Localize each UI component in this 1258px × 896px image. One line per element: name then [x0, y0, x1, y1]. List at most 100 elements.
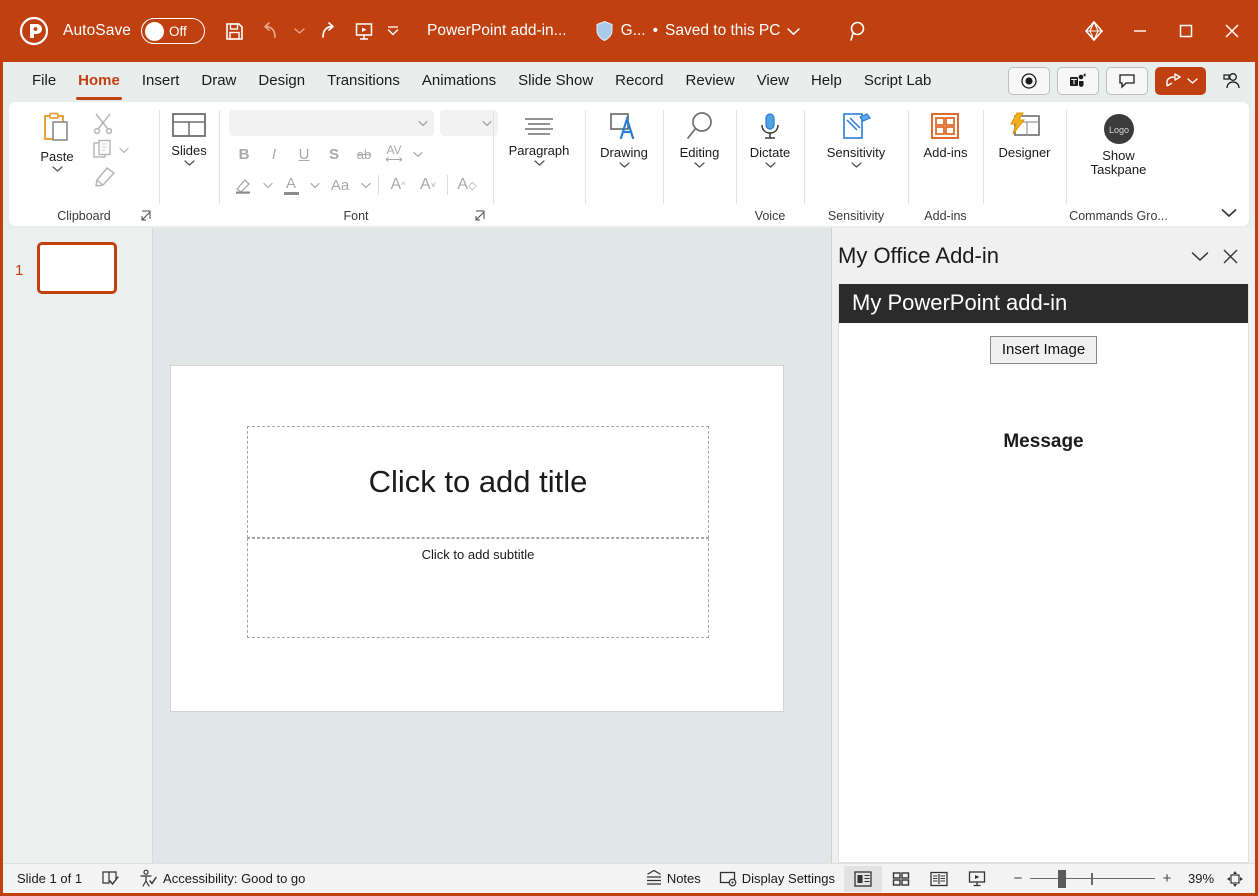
zoom-out-button[interactable]: −: [1006, 870, 1030, 887]
collapse-ribbon-chevron-icon[interactable]: [1221, 208, 1237, 218]
tab-view[interactable]: View: [746, 65, 800, 97]
spell-check-icon[interactable]: [91, 866, 129, 892]
slides-button[interactable]: Slides: [162, 108, 216, 167]
taskpane-close-icon[interactable]: [1215, 241, 1245, 271]
clear-formatting-button[interactable]: A◇: [452, 172, 482, 198]
redo-icon[interactable]: [311, 14, 345, 48]
tab-help[interactable]: Help: [800, 65, 853, 97]
document-title[interactable]: PowerPoint add-in...: [427, 22, 567, 40]
start-from-beginning-icon[interactable]: [347, 14, 381, 48]
scissors-icon[interactable]: [91, 110, 129, 136]
save-icon[interactable]: [217, 14, 251, 48]
chevron-down-icon[interactable]: [765, 161, 776, 169]
font-dialog-launcher-icon[interactable]: [475, 210, 487, 222]
tab-script-lab[interactable]: Script Lab: [853, 65, 943, 97]
chevron-down-icon[interactable]: [619, 161, 630, 169]
clipboard-dialog-launcher-icon[interactable]: [141, 210, 153, 222]
comments-icon[interactable]: [1106, 67, 1148, 95]
addins-button[interactable]: Add-ins: [915, 108, 975, 160]
accessibility-status[interactable]: Accessibility: Good to go: [129, 866, 314, 892]
zoom-slider-midpoint: [1091, 873, 1093, 885]
autosave-toggle[interactable]: Off: [141, 18, 205, 44]
character-spacing-button[interactable]: AV: [379, 141, 409, 167]
tab-home[interactable]: Home: [67, 65, 131, 97]
format-painter-icon[interactable]: [91, 164, 129, 190]
chevron-down-icon[interactable]: [534, 159, 545, 167]
highlight-chevron-icon[interactable]: [259, 172, 276, 198]
slide-count-label[interactable]: Slide 1 of 1: [17, 866, 91, 892]
maximize-icon[interactable]: [1163, 0, 1209, 62]
editing-button[interactable]: Editing: [672, 108, 728, 169]
paste-button[interactable]: Paste: [23, 108, 91, 190]
slide-thumbnail-item[interactable]: 1: [3, 242, 152, 294]
font-color-chevron-icon[interactable]: [306, 172, 323, 198]
minimize-icon[interactable]: [1117, 0, 1163, 62]
slide-sorter-view-button[interactable]: [882, 866, 920, 892]
tab-animations[interactable]: Animations: [411, 65, 507, 97]
font-size-combobox[interactable]: [440, 110, 498, 136]
increase-font-size-button[interactable]: A^: [383, 172, 413, 198]
save-status[interactable]: G... • Saved to this PC: [595, 20, 801, 42]
decrease-font-size-button[interactable]: A˅: [413, 172, 443, 198]
share-people-icon[interactable]: [1215, 66, 1249, 96]
tab-file[interactable]: File: [21, 65, 67, 97]
chevron-down-icon[interactable]: [184, 159, 195, 167]
zoom-in-button[interactable]: +: [1155, 870, 1179, 887]
title-placeholder[interactable]: Click to add title: [247, 426, 709, 538]
slide-canvas[interactable]: Click to add title Click to add subtitle: [153, 228, 831, 863]
copy-chevron-down-icon[interactable]: [119, 147, 129, 154]
zoom-percent-label[interactable]: 39%: [1179, 871, 1223, 886]
show-taskpane-button[interactable]: Logo Show Taskpane: [1066, 108, 1171, 177]
sensitivity-button[interactable]: Sensitivity: [819, 108, 894, 169]
record-circle-icon[interactable]: [1008, 67, 1050, 95]
insert-image-button[interactable]: Insert Image: [990, 336, 1097, 364]
customize-quick-access-toolbar-icon[interactable]: [383, 14, 403, 48]
reading-view-button[interactable]: [920, 866, 958, 892]
undo-dropdown-chevron-icon[interactable]: [289, 14, 309, 48]
tab-record[interactable]: Record: [604, 65, 674, 97]
display-settings-button[interactable]: Display Settings: [710, 866, 844, 892]
tab-draw[interactable]: Draw: [190, 65, 247, 97]
designer-button[interactable]: Designer: [990, 108, 1058, 160]
tab-transitions[interactable]: Transitions: [316, 65, 411, 97]
tab-insert[interactable]: Insert: [131, 65, 191, 97]
drawing-button[interactable]: Drawing: [592, 108, 656, 169]
tab-design[interactable]: Design: [247, 65, 316, 97]
taskpane-collapse-chevron-down-icon[interactable]: [1185, 241, 1215, 271]
change-case-button[interactable]: Aa: [323, 172, 357, 198]
zoom-slider[interactable]: [1030, 866, 1155, 892]
chevron-down-icon[interactable]: [52, 165, 63, 173]
bold-button[interactable]: B: [229, 141, 259, 167]
present-in-teams-icon[interactable]: [1057, 67, 1099, 95]
change-case-chevron-icon[interactable]: [357, 172, 374, 198]
strikethrough-button[interactable]: ab: [349, 141, 379, 167]
slide-thumbnail-preview[interactable]: [37, 242, 117, 294]
chevron-down-icon[interactable]: [694, 161, 705, 169]
normal-view-button[interactable]: [844, 866, 882, 892]
notes-button[interactable]: Notes: [636, 866, 710, 892]
slide-surface[interactable]: Click to add title Click to add subtitle: [171, 366, 783, 711]
search-icon[interactable]: [842, 14, 876, 48]
character-spacing-chevron-icon[interactable]: [409, 141, 426, 167]
tab-slide-show[interactable]: Slide Show: [507, 65, 604, 97]
italic-button[interactable]: I: [259, 141, 289, 167]
text-shadow-button[interactable]: S: [319, 141, 349, 167]
fit-to-window-icon[interactable]: [1225, 869, 1245, 889]
underline-button[interactable]: U: [289, 141, 319, 167]
undo-icon[interactable]: [253, 14, 287, 48]
chevron-down-icon[interactable]: [851, 161, 862, 169]
share-button[interactable]: [1155, 67, 1206, 95]
dictate-button[interactable]: Dictate: [742, 108, 798, 169]
copy-icon[interactable]: [91, 138, 115, 162]
tab-review[interactable]: Review: [675, 65, 746, 97]
subtitle-placeholder[interactable]: Click to add subtitle: [247, 538, 709, 638]
zoom-slider-handle[interactable]: [1058, 870, 1066, 888]
font-color-button[interactable]: A: [276, 172, 306, 198]
font-name-combobox[interactable]: [229, 110, 434, 136]
copilot-diamond-icon[interactable]: [1071, 8, 1117, 54]
close-icon[interactable]: [1209, 0, 1255, 62]
slideshow-view-button[interactable]: [958, 866, 996, 892]
text-highlight-color-button[interactable]: [229, 172, 259, 198]
paragraph-button[interactable]: Paragraph: [501, 108, 578, 167]
chevron-down-icon[interactable]: [787, 27, 800, 36]
